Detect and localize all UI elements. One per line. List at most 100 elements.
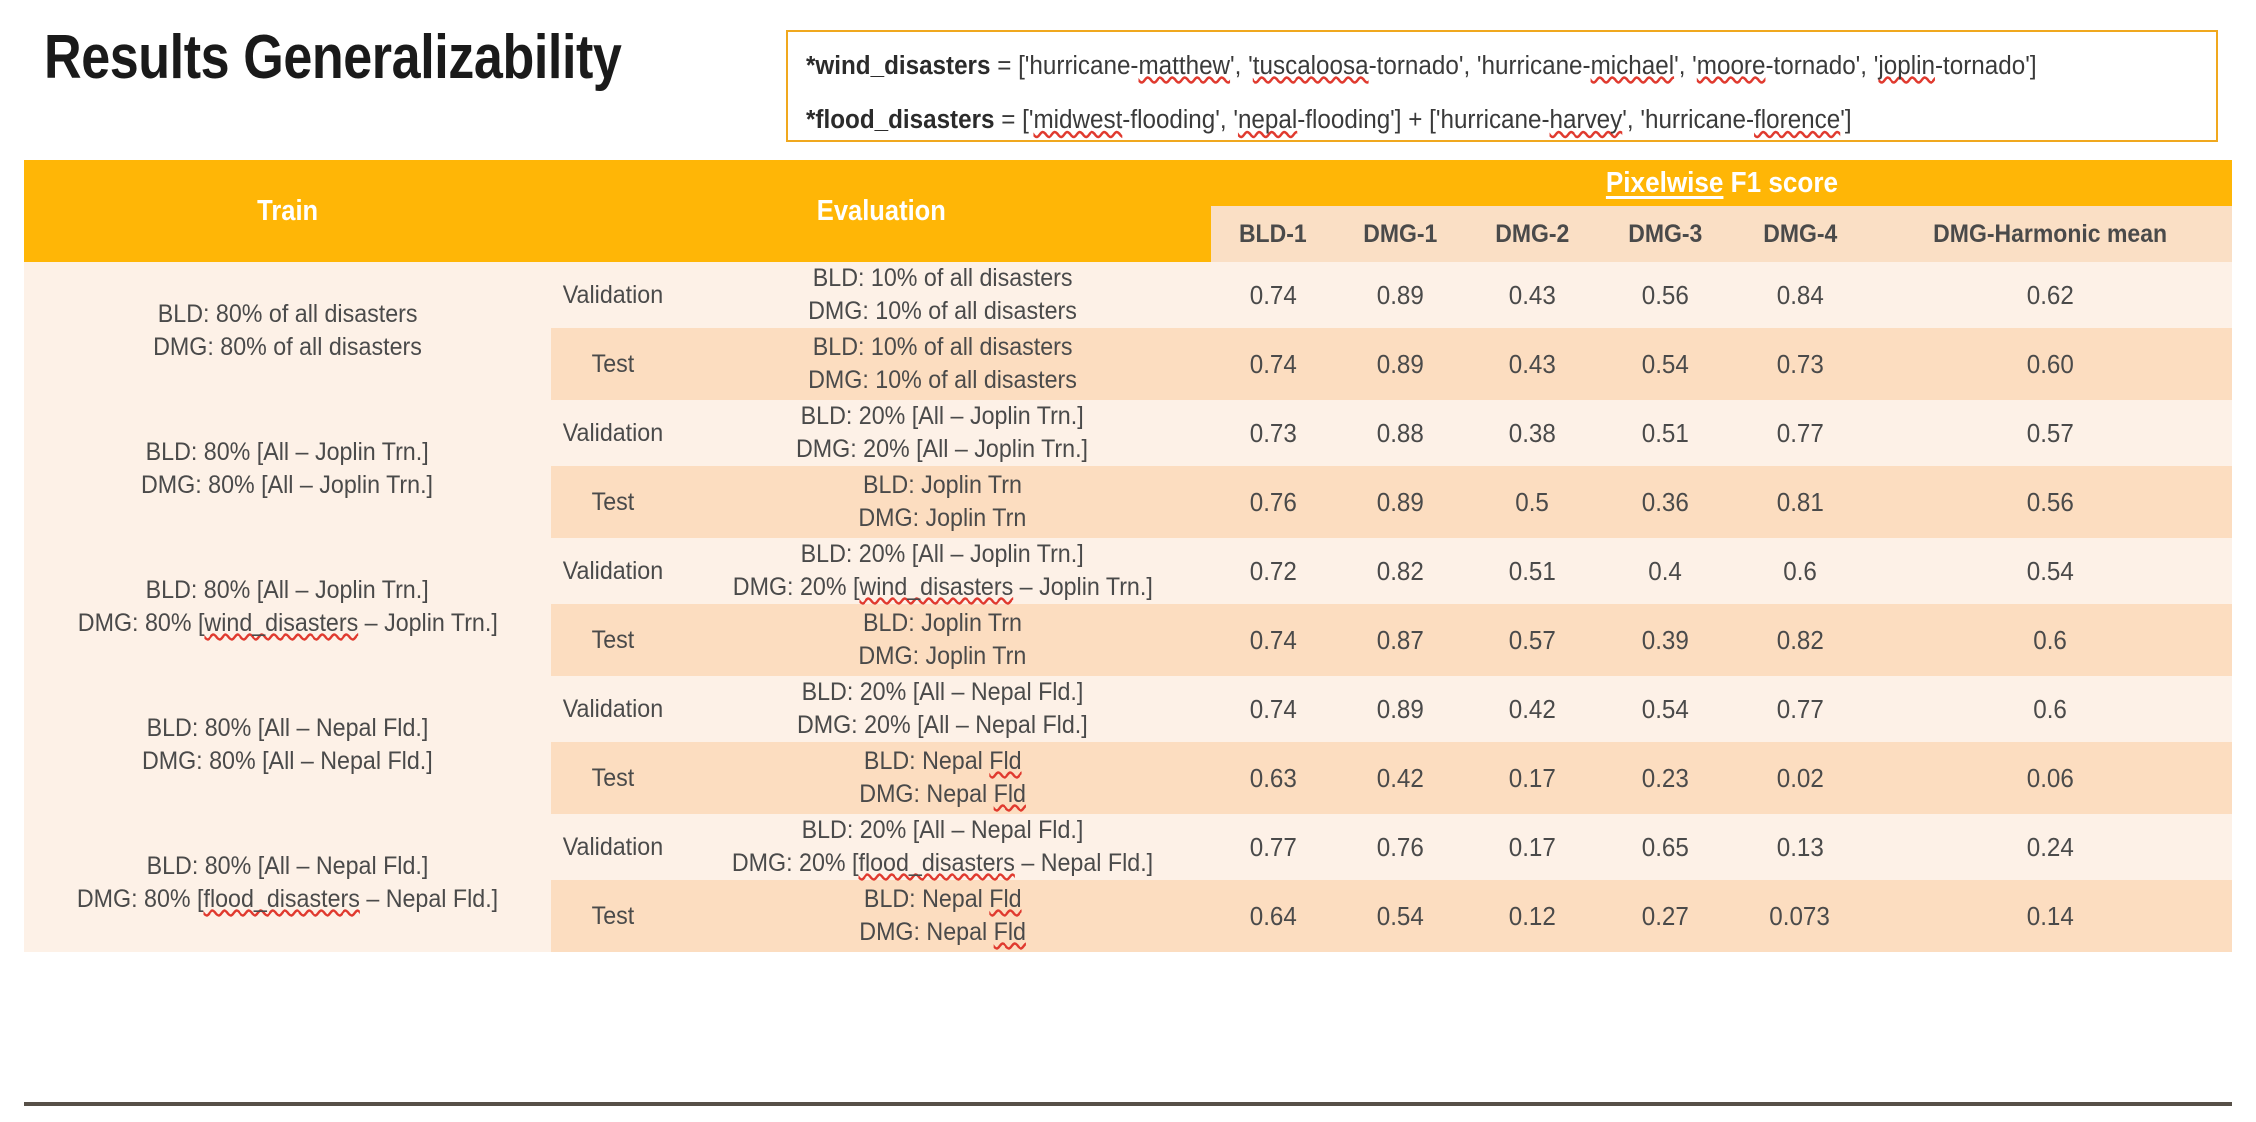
metric-value-dmg-harmonic-mean: 0.24 [1868,814,2233,880]
metric-value-dmg-4: 0.73 [1732,328,1868,400]
metric-value-dmg-harmonic-mean: 0.6 [1868,604,2233,676]
evaluation-config-cell: BLD: 10% of all disasters DMG: 10% of al… [674,262,1211,328]
table-bottom-rule [24,1102,2232,1106]
metric-value-bld-1: 0.76 [1211,466,1335,538]
wind-disasters-definition: *wind_disasters = ['hurricane-matthew', … [806,52,2128,81]
column-header-dmg-4: DMG-4 [1732,206,1868,262]
metric-value-dmg-1: 0.87 [1335,604,1465,676]
metric-value-bld-1: 0.63 [1211,742,1335,814]
split-cell: Validation [551,676,674,742]
flood-spell-midwest: midwest [1033,106,1123,135]
column-header-dmg-3: DMG-3 [1599,206,1732,262]
metric-value-dmg-1: 0.88 [1335,400,1465,466]
metric-value-dmg-4: 0.81 [1732,466,1868,538]
metric-value-dmg-2: 0.43 [1465,328,1599,400]
eval-suffix: – Joplin Trn.] [1012,573,1153,601]
evaluation-config-cell: BLD: 20% [All – Nepal Fld.] DMG: 20% [fl… [674,814,1211,880]
evaluation-config-cell: BLD: 10% of all disasters DMG: 10% of al… [674,328,1211,400]
eval-line1-prefix: BLD: Nepal [863,747,990,775]
train-prefix: DMG: 80% [ [77,609,205,637]
metric-value-dmg-4: 0.6 [1732,538,1868,604]
split-cell: Validation [551,400,674,466]
flood-disasters-definition: *flood_disasters = ['midwest-flooding', … [806,106,2128,135]
pixelwise-rest: F1 score [1722,166,1838,199]
wind-part-3: -tornado', 'hurricane- [1368,52,1591,80]
results-table: Train Evaluation Pixelwise F1 score BLD-… [24,160,2233,952]
train-config-cell: BLD: 80% [All – Joplin Trn.] DMG: 80% [w… [24,538,551,676]
evaluation-config-cell: BLD: 20% [All – Joplin Trn.] DMG: 20% [w… [674,538,1211,604]
eval-prefix: DMG: 20% [ [732,573,860,601]
metric-value-bld-1: 0.74 [1211,262,1335,328]
metric-value-dmg-3: 0.54 [1599,328,1732,400]
split-cell: Validation [551,262,674,328]
metric-value-dmg-1: 0.54 [1335,880,1465,952]
metric-value-dmg-1: 0.89 [1335,262,1465,328]
train-spell-wind-disasters: wind_disasters [204,609,358,637]
metric-value-dmg-harmonic-mean: 0.57 [1868,400,2233,466]
flood-spell-harvey: harvey [1549,106,1623,135]
eval-prefix: DMG: 20% [ [731,849,859,877]
wind-part-1: = ['hurricane- [990,52,1139,80]
metric-value-dmg-1: 0.42 [1335,742,1465,814]
wind-spell-michael: michael [1590,52,1675,80]
split-cell: Validation [551,538,674,604]
metric-value-bld-1: 0.72 [1211,538,1335,604]
wind-spell-joplin: joplin [1878,52,1935,80]
wind-spell-moore: moore [1696,52,1766,80]
split-cell: Test [551,604,674,676]
table-row: BLD: 80% [All – Joplin Trn.] DMG: 80% [A… [24,400,2233,538]
metric-value-dmg-harmonic-mean: 0.60 [1868,328,2233,400]
metric-value-dmg-harmonic-mean: 0.54 [1868,538,2233,604]
column-header-dmg-harmonic-mean: DMG-Harmonic mean [1868,206,2233,262]
split-cell: Validation [551,814,674,880]
metric-value-dmg-2: 0.5 [1465,466,1599,538]
column-header-dmg-2: DMG-2 [1465,206,1599,262]
wind-part-6: -tornado'] [1934,52,2037,80]
metric-value-dmg-4: 0.13 [1732,814,1868,880]
train-config-cell: BLD: 80% [All – Nepal Fld.] DMG: 80% [fl… [24,814,551,952]
metric-value-dmg-3: 0.27 [1599,880,1732,952]
pixelwise-underlined-word: Pixelwise [1605,166,1723,199]
metric-value-dmg-4: 0.82 [1732,604,1868,676]
column-header-train: Train [24,160,551,262]
metric-value-bld-1: 0.64 [1211,880,1335,952]
evaluation-config-cell: BLD: Nepal Fld DMG: Nepal Fld [674,880,1211,952]
metric-value-dmg-3: 0.51 [1599,400,1732,466]
metric-value-dmg-harmonic-mean: 0.62 [1868,262,2233,328]
table-row: BLD: 80% [All – Joplin Trn.] DMG: 80% [w… [24,538,2233,676]
eval-spell-fld-dmg: Fld [993,918,1026,946]
eval-line2-prefix: DMG: Nepal [859,918,994,946]
metric-value-dmg-harmonic-mean: 0.06 [1868,742,2233,814]
eval-line1-prefix: BLD: Nepal [863,885,990,913]
table-body: BLD: 80% of all disasters DMG: 80% of al… [24,262,2233,952]
metric-value-bld-1: 0.77 [1211,814,1335,880]
split-cell: Test [551,328,674,400]
metric-value-bld-1: 0.74 [1211,604,1335,676]
flood-part-1: = [' [994,106,1034,135]
metric-value-dmg-3: 0.23 [1599,742,1732,814]
split-cell: Test [551,466,674,538]
wind-part-4: ', ' [1674,52,1697,80]
train-config-cell: BLD: 80% of all disasters DMG: 80% of al… [24,262,551,400]
train-config-cell: BLD: 80% [All – Joplin Trn.] DMG: 80% [A… [24,400,551,538]
metric-value-dmg-1: 0.89 [1335,328,1465,400]
flood-part-2: -flooding', ' [1122,106,1238,135]
metric-value-dmg-3: 0.56 [1599,262,1732,328]
evaluation-config-cell: BLD: Nepal Fld DMG: Nepal Fld [674,742,1211,814]
metric-value-dmg-4: 0.02 [1732,742,1868,814]
eval-spell-flood-disasters: flood_disasters [858,849,1015,877]
page-title: Results Generalizability [44,23,622,92]
metric-value-dmg-harmonic-mean: 0.6 [1868,676,2233,742]
table-row: BLD: 80% [All – Nepal Fld.] DMG: 80% [fl… [24,814,2233,952]
flood-disasters-key: *flood_disasters [806,106,995,135]
metric-value-dmg-4: 0.77 [1732,400,1868,466]
train-config-cell: BLD: 80% [All – Nepal Fld.] DMG: 80% [Al… [24,676,551,814]
metric-value-dmg-3: 0.54 [1599,676,1732,742]
metric-value-dmg-3: 0.36 [1599,466,1732,538]
evaluation-config-cell: BLD: 20% [All – Nepal Fld.] DMG: 20% [Al… [674,676,1211,742]
flood-spell-nepal: nepal [1237,106,1298,135]
metric-value-dmg-2: 0.12 [1465,880,1599,952]
metric-value-dmg-1: 0.82 [1335,538,1465,604]
eval-spell-fld-dmg: Fld [993,780,1026,808]
metric-value-dmg-1: 0.89 [1335,676,1465,742]
